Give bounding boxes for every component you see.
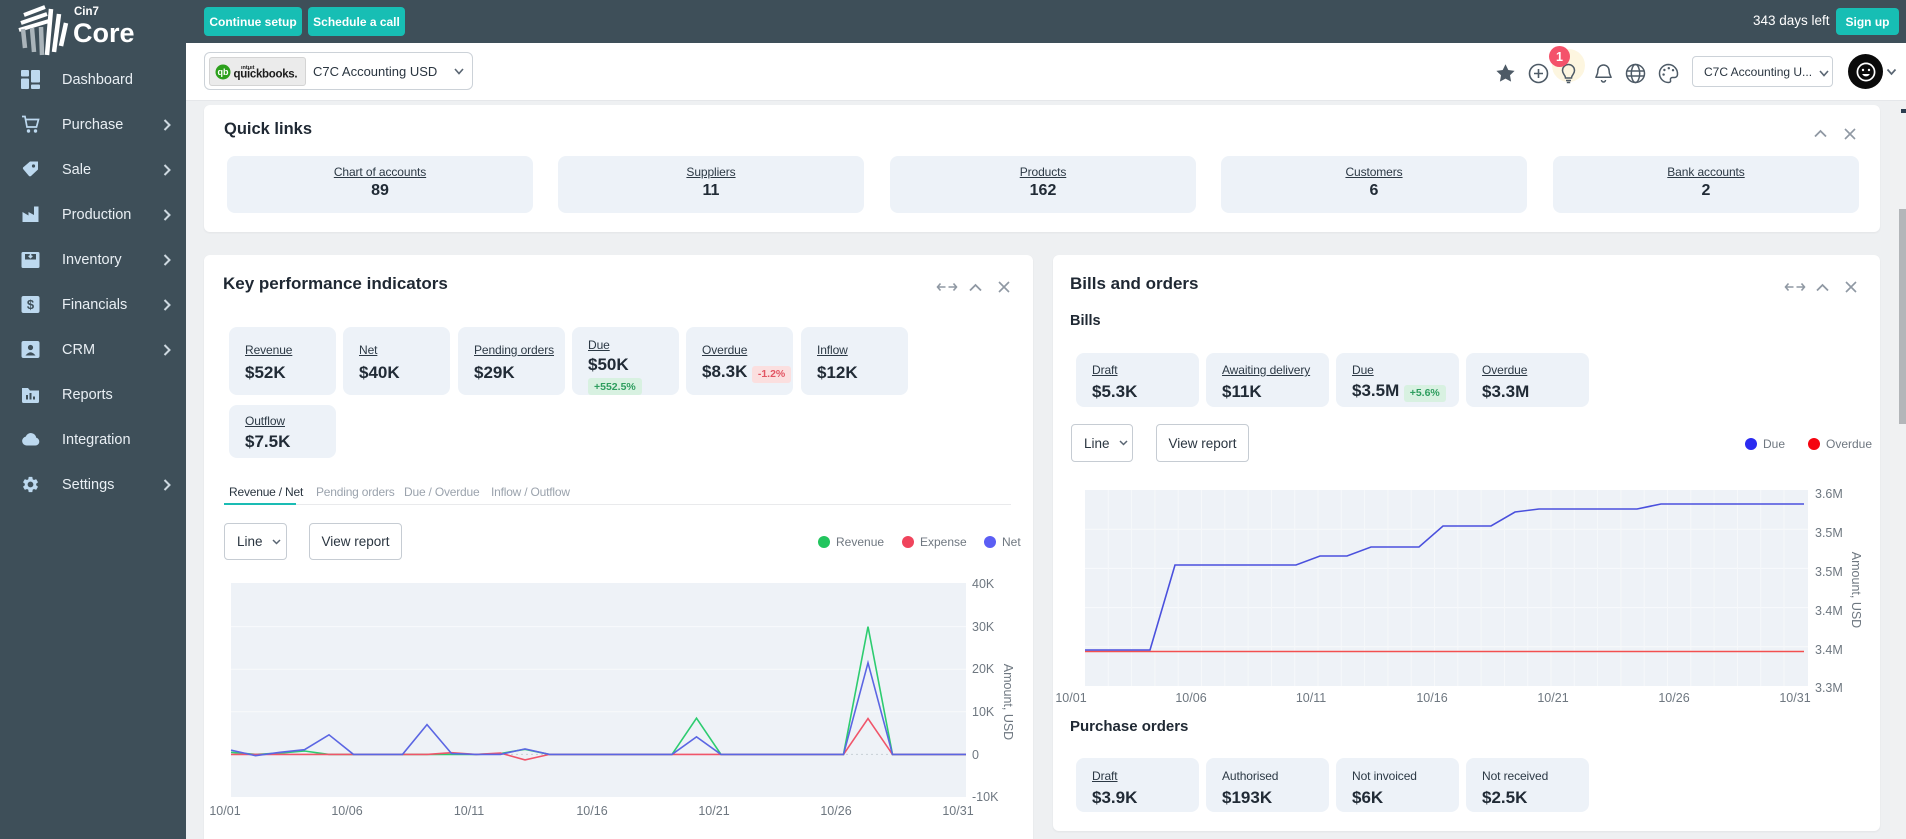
- svg-text:10/21: 10/21: [698, 804, 729, 818]
- svg-text:10/11: 10/11: [454, 804, 484, 818]
- svg-text:-10K: -10K: [972, 790, 999, 804]
- svg-text:Amount, USD: Amount, USD: [1001, 664, 1015, 740]
- svg-text:10/16: 10/16: [1416, 691, 1447, 705]
- svg-text:10K: 10K: [972, 705, 995, 719]
- svg-text:3.3M: 3.3M: [1815, 681, 1843, 695]
- svg-text:3.5M: 3.5M: [1815, 526, 1843, 540]
- svg-text:3.4M: 3.4M: [1815, 604, 1843, 618]
- svg-text:20K: 20K: [972, 662, 995, 676]
- svg-text:Amount, USD: Amount, USD: [1849, 552, 1863, 628]
- svg-text:10/01: 10/01: [1055, 691, 1086, 705]
- svg-text:qb: qb: [218, 67, 229, 77]
- svg-text:40K: 40K: [972, 577, 995, 591]
- svg-text:10/26: 10/26: [820, 804, 851, 818]
- svg-text:10/31: 10/31: [1779, 691, 1810, 705]
- svg-text:0: 0: [972, 748, 979, 762]
- svg-text:quickbooks.: quickbooks.: [234, 69, 298, 81]
- svg-text:10/11: 10/11: [1296, 691, 1326, 705]
- svg-text:3.6M: 3.6M: [1815, 487, 1843, 501]
- svg-text:10/31: 10/31: [942, 804, 973, 818]
- svg-text:10/26: 10/26: [1658, 691, 1689, 705]
- svg-text:10/06: 10/06: [331, 804, 362, 818]
- svg-text:10/06: 10/06: [1175, 691, 1206, 705]
- svg-text:30K: 30K: [972, 620, 995, 634]
- svg-text:10/21: 10/21: [1537, 691, 1568, 705]
- svg-text:3.5M: 3.5M: [1815, 565, 1843, 579]
- svg-text:10/01: 10/01: [209, 804, 240, 818]
- svg-text:$: $: [27, 297, 35, 312]
- svg-text:3.4M: 3.4M: [1815, 643, 1843, 657]
- svg-text:10/16: 10/16: [576, 804, 607, 818]
